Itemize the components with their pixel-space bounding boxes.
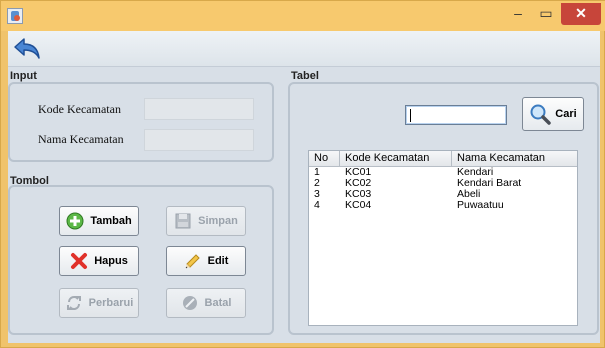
cari-label: Cari: [555, 108, 577, 120]
cari-button[interactable]: Cari: [522, 97, 584, 131]
table-row[interactable]: 4 KC04 Puwaatuu: [309, 200, 577, 211]
simpan-label: Simpan: [198, 215, 238, 227]
refresh-icon: [65, 294, 83, 312]
tombol-panel: Tambah Simpan Hapus Edit Perbarui Batal: [8, 185, 274, 335]
cell-no: 4: [314, 199, 320, 211]
save-disk-icon: [174, 212, 192, 230]
nama-kecamatan-label: Nama Kecamatan: [38, 132, 124, 146]
cancel-icon: [181, 294, 199, 312]
batal-button[interactable]: Batal: [166, 288, 246, 318]
title-bar[interactable]: – ▭ ✕: [1, 1, 605, 31]
input-section-label: Input: [10, 70, 37, 82]
edit-label: Edit: [207, 255, 229, 267]
tabel-section-label: Tabel: [291, 70, 319, 82]
kode-kecamatan-label: Kode Kecamatan: [38, 102, 121, 116]
add-icon: [66, 212, 84, 230]
nama-kecamatan-field[interactable]: [144, 129, 254, 151]
back-arrow-icon: [14, 38, 40, 59]
hapus-button[interactable]: Hapus: [59, 246, 139, 276]
hapus-label: Hapus: [94, 255, 128, 267]
back-button[interactable]: [12, 34, 44, 64]
batal-label: Batal: [204, 297, 232, 309]
tambah-button[interactable]: Tambah: [59, 206, 139, 236]
java-app-icon: [7, 8, 23, 24]
column-header-nama[interactable]: Nama Kecamatan: [452, 151, 577, 166]
cell-kode: KC04: [345, 199, 372, 211]
column-header-kode[interactable]: Kode Kecamatan: [340, 151, 452, 166]
perbarui-button[interactable]: Perbarui: [59, 288, 139, 318]
tambah-label: Tambah: [90, 215, 132, 227]
edit-button[interactable]: Edit: [166, 246, 246, 276]
simpan-button[interactable]: Simpan: [166, 206, 246, 236]
cell-nama: Puwaatuu: [457, 199, 504, 211]
minimize-button[interactable]: –: [504, 3, 532, 25]
tabel-panel: Cari No Kode Kecamatan Nama Kecamatan 1 …: [288, 82, 599, 335]
window-content: Input Kode Kecamatan Nama Kecamatan Tomb…: [8, 31, 600, 343]
close-button[interactable]: ✕: [561, 3, 601, 25]
maximize-button[interactable]: ▭: [532, 3, 560, 25]
pencil-icon: [184, 252, 202, 270]
table-header: No Kode Kecamatan Nama Kecamatan: [309, 151, 577, 167]
kode-kecamatan-field[interactable]: [144, 98, 254, 120]
search-input[interactable]: [405, 105, 507, 125]
magnifier-icon: [529, 103, 552, 125]
delete-x-icon: [70, 252, 88, 270]
column-header-no[interactable]: No: [309, 151, 340, 166]
perbarui-label: Perbarui: [88, 297, 134, 309]
toolbar: [8, 31, 600, 67]
application-window: – ▭ ✕ Input Kode Kecamatan Nama Kecamata…: [0, 0, 605, 348]
input-panel: Kode Kecamatan Nama Kecamatan: [8, 82, 274, 162]
text-caret: [410, 109, 411, 122]
kecamatan-table: No Kode Kecamatan Nama Kecamatan 1 KC01 …: [308, 150, 578, 326]
